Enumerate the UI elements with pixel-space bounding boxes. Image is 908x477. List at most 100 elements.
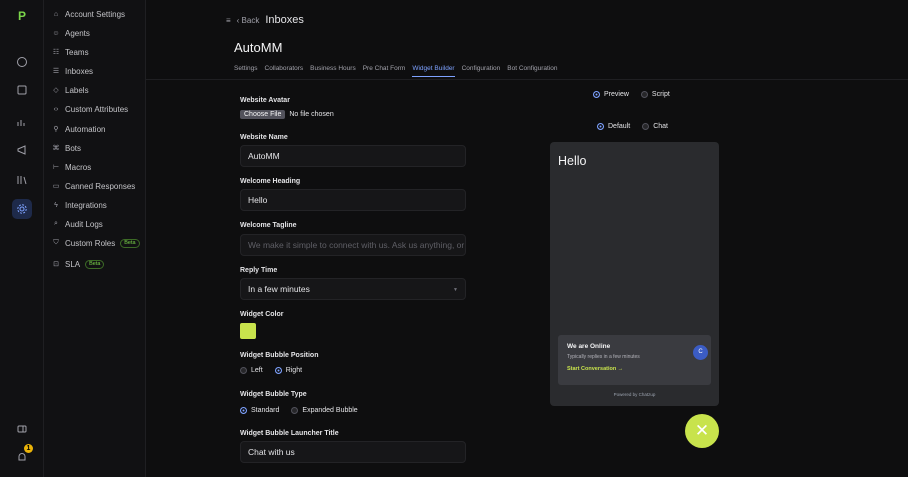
bubble-type-options: Standard Expanded Bubble [240,407,358,414]
avatar-file-input[interactable]: Choose File No file chosen [240,110,334,119]
sla-icon: ⊡ [53,261,59,268]
reply-time-select[interactable]: In a few minutes ▼ [240,278,466,300]
default-label: Default [608,123,631,130]
campaigns-icon[interactable] [12,140,32,160]
sidebar-item-custom-attributes[interactable]: ‹› Custom Attributes [52,102,128,116]
tab-settings[interactable]: Settings [234,65,258,77]
sidebar-item-macros[interactable]: ⊢ Macros [52,160,91,174]
script-label: Script [651,91,670,98]
sidebar-item-label: Custom Roles [65,238,116,248]
beta-badge: Beta [120,238,140,248]
tab-business-hours[interactable]: Business Hours [310,65,356,77]
chat-radio[interactable] [642,123,650,130]
widget-color-label: Widget Color [240,311,284,318]
sidebar-item-bots[interactable]: ⌘ Bots [52,141,82,155]
bubble-type-label: Widget Bubble Type [240,391,307,398]
position-right-radio[interactable] [274,367,282,374]
widget-color-swatch[interactable] [240,323,256,339]
settings-tabs: Settings Collaborators Business Hours Pr… [234,65,558,77]
sidebar-item-teams[interactable]: ☷ Teams [52,45,89,59]
sidebar-item-label: Agents [65,28,90,38]
sidebar-item-label: Bots [65,143,82,153]
docs-icon[interactable] [12,419,32,439]
powered-by-text: Powered by Chatzup [613,392,656,397]
settings-sidebar: ⌂ Account Settings ☺ Agents ☷ Teams ☰ Inboxe… [44,0,146,477]
welcome-heading-input[interactable]: Hello [240,189,466,211]
launcher-title-label: Widget Bubble Launcher Title [240,430,339,437]
website-name-label: Website Name [240,134,288,141]
launcher-title-input[interactable]: Chat with us [240,441,466,463]
sidebar-item-canned-responses[interactable]: ▭ Canned Responses [52,179,136,193]
start-conversation-link[interactable]: Start Conversation → [567,366,623,372]
message-icon: ▭ [52,183,60,190]
notification-badge: 1 [24,444,33,453]
reply-time-text: Typically replies in a few minutes [567,354,640,360]
conversations-icon[interactable] [12,52,32,72]
contacts-icon[interactable] [12,80,32,100]
welcome-heading-label: Welcome Heading [240,178,301,185]
notifications-icon[interactable]: 1 [12,444,33,467]
default-radio[interactable] [597,123,604,130]
sidebar-item-automation[interactable]: ⚲ Automation [52,122,105,136]
welcome-tagline-label: Welcome Tagline [240,222,297,229]
tag-icon: ◇ [53,87,59,94]
sidebar-item-sla[interactable]: ⊡ SLA Beta [52,257,105,271]
script-radio[interactable] [640,91,648,98]
preview-label: Preview [604,91,629,98]
chevron-down-icon: ▼ [453,287,458,293]
widget-close-button[interactable]: ✕ [685,414,719,448]
library-icon[interactable] [12,170,32,190]
macro-icon: ⊢ [52,164,60,171]
home-icon: ⌂ [53,10,59,18]
sidebar-item-agents[interactable]: ☺ Agents [52,26,90,40]
sidebar-item-label: Inboxes [65,66,94,76]
widget-view-toggle: Default Chat [597,123,668,130]
icon-rail: P 1 [0,0,44,477]
online-card: We are Online Typically replies in a few… [558,335,711,385]
page-header: ≡ ‹ Back Inboxes AutoMM Settings Collabo… [146,0,908,80]
website-avatar-label: Website Avatar [240,97,290,104]
type-expanded-radio[interactable] [291,407,299,414]
sidebar-item-label: Macros [65,162,92,172]
position-left-radio[interactable] [240,367,247,374]
sidebar-item-label: Teams [65,47,89,57]
widget-heading: Hello [558,154,587,168]
page-title: Inboxes [265,14,304,26]
tab-configuration[interactable]: Configuration [462,65,501,77]
automation-icon: ⚲ [53,126,59,133]
sidebar-item-custom-roles[interactable]: ⛉ Custom Roles Beta [52,236,140,250]
sidebar-item-label: Account Settings [65,9,126,19]
welcome-tagline-input[interactable]: We make it simple to connect with us. As… [240,234,466,256]
tab-pre-chat-form[interactable]: Pre Chat Form [363,65,406,77]
website-name-input[interactable]: AutoMM [240,145,466,167]
audit-icon: ⌕ [54,220,58,227]
sidebar-item-labels[interactable]: ◇ Labels [52,83,88,97]
sidebar-item-account-settings[interactable]: ⌂ Account Settings [52,7,125,21]
reply-time-value: In a few minutes [248,284,310,294]
app-logo[interactable]: P [12,6,32,26]
type-standard-radio[interactable] [240,407,247,414]
no-file-text: No file chosen [289,111,334,118]
widget-preview: Hello We are Online Typically replies in… [550,142,719,406]
settings-icon[interactable] [12,199,32,219]
sidebar-item-label: Audit Logs [65,219,103,229]
online-status: We are Online [567,343,611,350]
sidebar-item-audit-logs[interactable]: ⌕ Audit Logs [52,217,103,231]
tab-bot-configuration[interactable]: Bot Configuration [507,65,557,77]
reports-icon[interactable] [12,112,32,132]
type-standard-label: Standard [251,407,280,414]
sidebar-item-inboxes[interactable]: ☰ Inboxes [52,64,93,78]
tab-collaborators[interactable]: Collaborators [265,65,304,77]
avatar: C [693,345,708,360]
back-button[interactable]: ‹ Back [237,16,260,25]
bot-icon: ⌘ [52,145,60,152]
choose-file-button[interactable]: Choose File [240,110,286,119]
sidebar-item-integrations[interactable]: ϟ Integrations [52,198,107,212]
sidebar-item-label: Custom Attributes [65,104,129,114]
inbox-icon: ☰ [52,68,60,75]
beta-badge: Beta [85,259,105,269]
agents-icon: ☺ [52,29,60,37]
tab-widget-builder[interactable]: Widget Builder [412,65,455,77]
preview-radio[interactable] [593,91,600,98]
menu-icon[interactable]: ≡ [226,16,231,25]
